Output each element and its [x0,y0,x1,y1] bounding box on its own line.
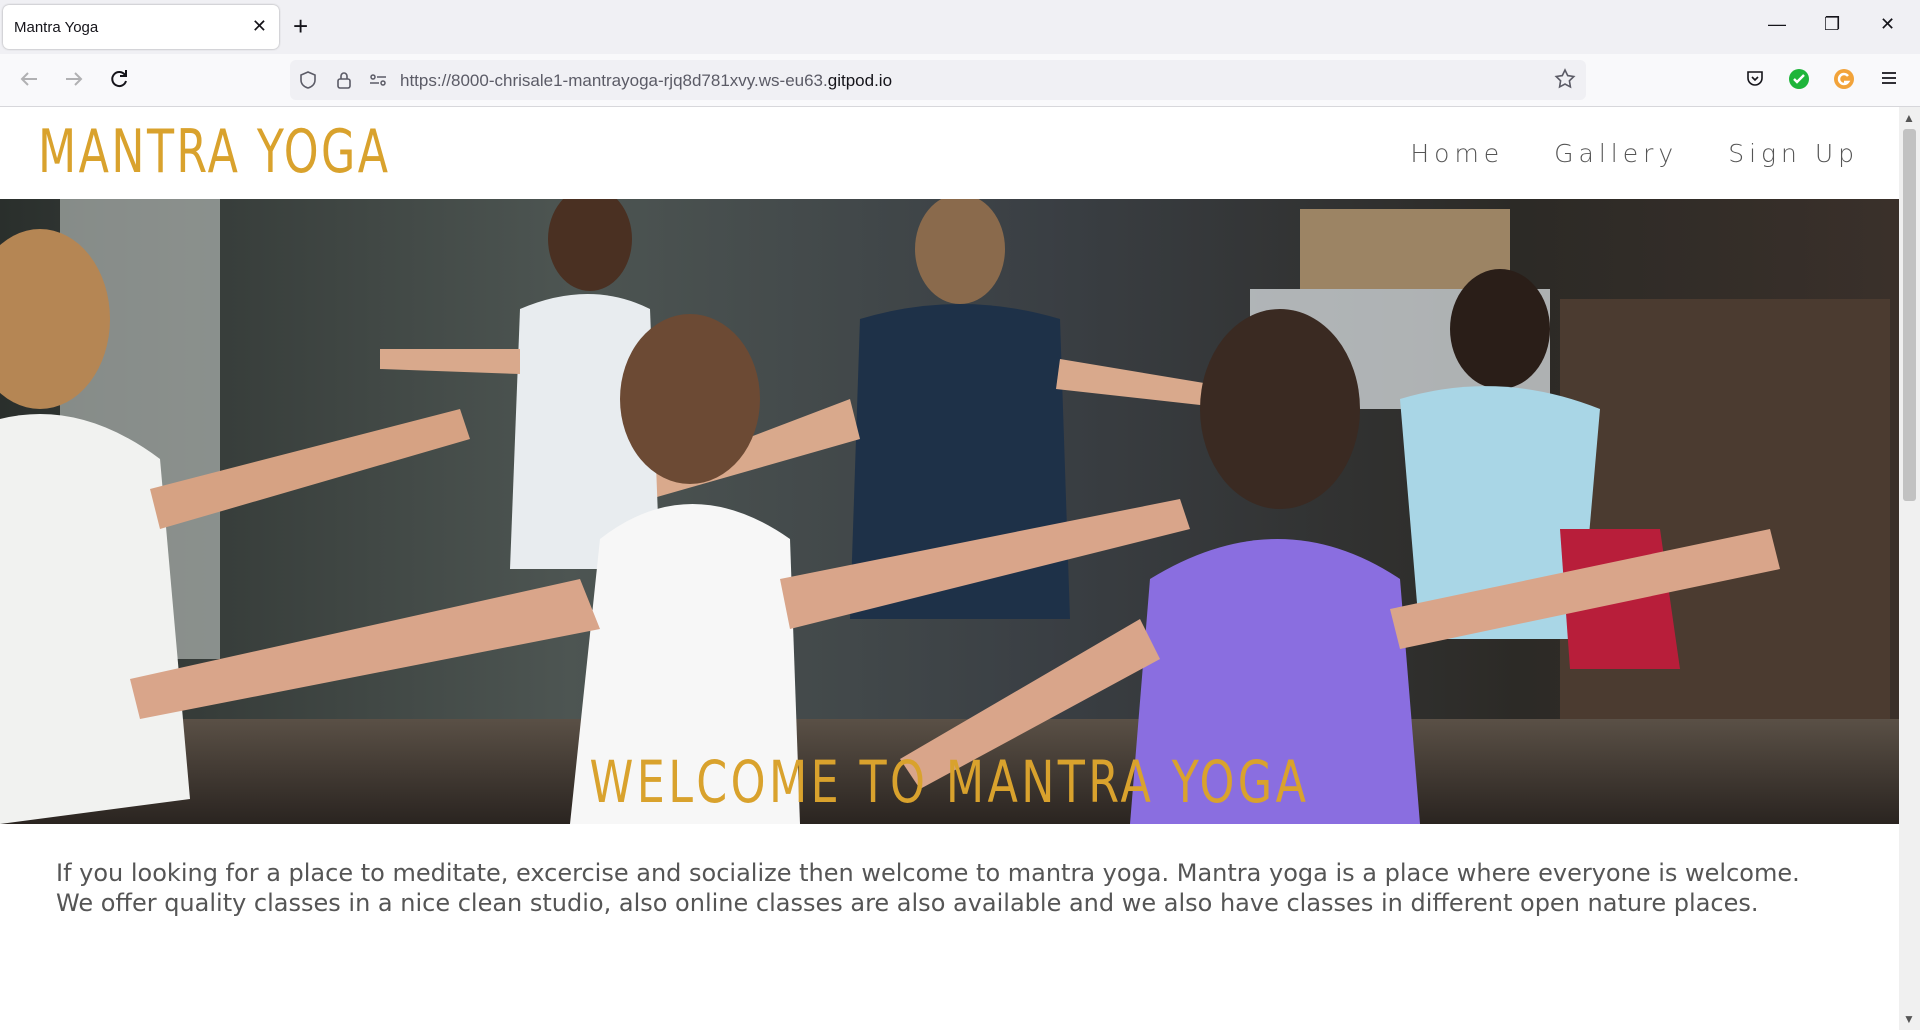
hero-image [0,199,1899,824]
scroll-down-arrow-icon[interactable]: ▼ [1903,1012,1915,1026]
reload-icon[interactable] [108,68,130,95]
back-arrow-icon[interactable] [18,68,40,95]
site-logo[interactable]: MANTRA YOGA [38,117,390,187]
pocket-icon[interactable] [1744,68,1766,90]
forward-arrow-icon[interactable] [63,68,85,95]
browser-tab[interactable]: Mantra Yoga ✕ [3,5,279,49]
permissions-icon[interactable] [368,70,388,94]
intro-paragraph: If you looking for a place to meditate, … [56,858,1836,918]
page-viewport: MANTRA YOGA Home Gallery Sign Up WELCOME… [0,107,1899,1030]
url-prefix: https://8000-chrisale1-mantrayoga-rjq8d7… [400,71,828,90]
browser-toolbar: https://8000-chrisale1-mantrayoga-rjq8d7… [0,54,1920,107]
new-tab-button[interactable]: + [293,12,308,40]
minimize-button[interactable]: — [1768,14,1786,34]
intro-line-1: If you looking for a place to meditate, … [56,859,1800,887]
hamburger-menu-icon[interactable] [1878,68,1900,90]
intro-line-2: We offer quality classes in a nice clean… [56,889,1759,917]
site-header: MANTRA YOGA Home Gallery Sign Up [0,107,1899,199]
page-scrollbar[interactable]: ▲ ▼ [1899,107,1920,1030]
url-text: https://8000-chrisale1-mantrayoga-rjq8d7… [400,71,892,91]
nav-home-link[interactable]: Home [1410,139,1504,168]
window-close-button[interactable]: ✕ [1880,14,1895,34]
site-nav: Home Gallery Sign Up [1410,139,1859,168]
nav-signup-link[interactable]: Sign Up [1728,139,1859,168]
nav-gallery-link[interactable]: Gallery [1554,139,1678,168]
lock-icon[interactable] [334,70,354,94]
welcome-heading: WELCOME TO MANTRA YOGA [0,748,1899,816]
restore-button[interactable]: ❐ [1824,14,1840,34]
star-icon[interactable] [1554,68,1576,95]
tab-bar: Mantra Yoga ✕ + — ❐ ✕ [0,0,1920,54]
extension-check-icon[interactable] [1788,68,1810,90]
welcome-text: WELCOME TO MANTRA YOGA [589,748,1310,816]
url-domain: gitpod.io [827,71,893,90]
tab-title: Mantra Yoga [14,19,99,36]
scroll-thumb[interactable] [1903,129,1916,501]
close-tab-icon[interactable]: ✕ [252,16,267,36]
extension-g-icon[interactable] [1833,68,1855,90]
url-bar[interactable]: https://8000-chrisale1-mantrayoga-rjq8d7… [290,60,1586,100]
scroll-up-arrow-icon[interactable]: ▲ [1903,111,1915,125]
shield-icon[interactable] [298,70,318,94]
